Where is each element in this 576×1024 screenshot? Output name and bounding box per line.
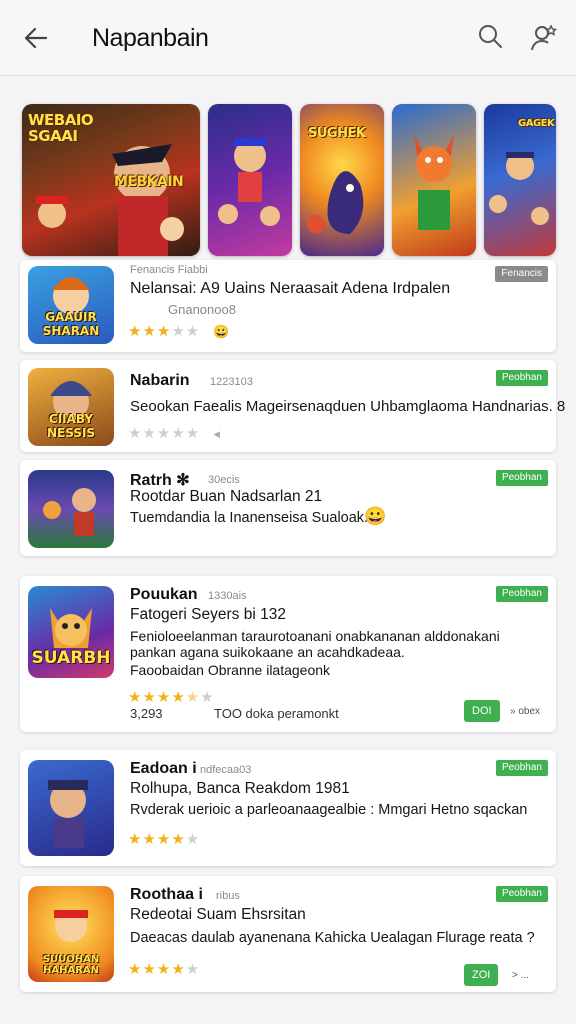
install-count: 3,293	[130, 706, 163, 721]
app-description: Seookan Faealis Mageirsenaqduen Uhbamgla…	[130, 398, 566, 415]
app-icon: SUUOHAN HAHARAN	[28, 886, 114, 982]
banner-tile-1[interactable]: WEBAIO SGAAI MEBKAIN	[22, 104, 200, 256]
category-badge: Peobhan	[495, 470, 548, 486]
app-icon-label: GAAUIR SHARAN	[42, 310, 100, 338]
thumbs-icon: ◂	[213, 426, 221, 442]
top-app-bar: Napanbain	[0, 0, 576, 76]
person-star-icon[interactable]	[528, 22, 560, 54]
banner-tile-5-title: GAGEK	[518, 118, 555, 129]
rating-stars: ★★★★★	[128, 831, 201, 848]
app-name: Roothaa i	[130, 886, 203, 903]
rating-stars: ★★★★★ 😀	[128, 323, 231, 340]
install-button[interactable]: ZOI	[464, 964, 499, 986]
app-icon-label: SUARBH	[31, 648, 111, 668]
category-badge: Peobhan	[495, 586, 548, 602]
app-name: Eadoan i	[130, 760, 197, 777]
banner-tile-2[interactable]	[208, 104, 292, 256]
app-icon	[28, 760, 114, 856]
app-icon	[28, 470, 114, 548]
app-list-item[interactable]: Eadoan i ndfecaa03 Rolhupa, Banca Reakdo…	[20, 750, 556, 866]
search-icon[interactable]	[476, 22, 504, 50]
install-button[interactable]: DOI	[464, 700, 500, 722]
banner-tile-3-title: SUGHEK	[308, 126, 366, 141]
app-description-line-3: Faoobaidan Obranne ilatageonk	[130, 662, 331, 678]
banner-tile-1-title: WEBAIO SGAAI	[28, 111, 94, 145]
app-list-item[interactable]: Ratrh ✻ 30ecis Rootdar Buan Nadsarlan 21…	[20, 460, 556, 556]
rating-stars: ★★★★★	[128, 961, 201, 978]
app-name: Pouukan	[130, 586, 198, 603]
app-name: Ratrh ✻	[130, 472, 190, 489]
app-list-item[interactable]: CIIABY NESSIS Nabarin 1223103 Seookan Fa…	[20, 360, 565, 452]
install-extra: » obex	[510, 706, 541, 717]
app-subtitle: Rootdar Buan Nadsarlan 21	[130, 488, 323, 505]
emoji-icon: 😀	[213, 324, 231, 340]
app-icon-label: SUUOHAN HAHARAN	[42, 954, 100, 976]
app-list-item[interactable]: SUARBH Pouukan 1330ais Fatogeri Seyers b…	[20, 576, 556, 732]
app-list-item[interactable]: SUUOHAN HAHARAN Roothaa i ribus Redeotai…	[20, 876, 556, 992]
app-meta: Gnanonoo8	[168, 302, 236, 317]
page-title: Napanbain	[92, 24, 209, 52]
app-meta: 1330ais	[208, 590, 247, 602]
install-extra: > ...	[512, 970, 529, 981]
rating-stars: ★★★★★★	[128, 689, 215, 706]
app-meta: 30ecis	[208, 474, 240, 486]
app-description-line-1: Fenioloeelanman taraurotoanani onabkanan…	[130, 628, 500, 644]
banner-tile-3[interactable]: SUGHEK	[300, 104, 384, 256]
app-meta: ribus	[216, 890, 240, 902]
app-category: Fenancis Fiabbi	[130, 264, 208, 276]
category-badge: Fenancis	[495, 266, 548, 282]
category-badge: Peobhan	[495, 760, 548, 776]
developer-name: TOO doka peramonkt	[214, 706, 339, 721]
rating-stars: ★★★★★ ◂	[128, 425, 221, 442]
app-description: Daeacas daulab ayanenana Kahicka Uealaga…	[130, 930, 535, 946]
app-icon: CIIABY NESSIS	[28, 368, 114, 446]
app-icon: SUARBH	[28, 586, 114, 678]
app-description: Rvderak uerioic a parleoanaagealbie : Mm…	[130, 802, 528, 818]
app-icon-label: CIIABY NESSIS	[46, 412, 96, 440]
app-list-item[interactable]: GAAUIR SHARAN Fenancis Fiabbi Nelansai: …	[20, 260, 556, 352]
app-title: Nelansai: A9 Uains Neraasait Adena Irdpa…	[130, 280, 451, 297]
arrow-left-icon[interactable]	[20, 22, 52, 54]
app-subtitle: Fatogeri Seyers bi 132	[130, 606, 286, 623]
app-meta: 1223103	[210, 376, 253, 388]
app-meta: ndfecaa03	[200, 764, 252, 776]
app-description: Tuemdandia la Inanenseisa Sualoak.	[130, 510, 369, 526]
app-description-line-2: pankan agana suikokaane an acahdkadeaa.	[130, 644, 405, 660]
banner-tile-5[interactable]: GAGEK	[484, 104, 556, 256]
category-badge: Peobhan	[495, 886, 548, 902]
banner-tile-4[interactable]	[392, 104, 476, 256]
emoji-icon: 😀	[364, 506, 387, 526]
app-subtitle: Rolhupa, Banca Reakdom 1981	[130, 780, 350, 797]
banner-tile-1-subtitle: MEBKAIN	[114, 174, 184, 190]
category-badge: Peobhan	[495, 370, 548, 386]
app-name: Nabarin	[130, 372, 190, 389]
app-subtitle: Redeotai Suam Ehsrsitan	[130, 906, 306, 923]
app-icon: GAAUIR SHARAN	[28, 266, 114, 344]
featured-carousel[interactable]: WEBAIO SGAAI MEBKAIN SUGHEK GAGEK	[22, 104, 558, 260]
